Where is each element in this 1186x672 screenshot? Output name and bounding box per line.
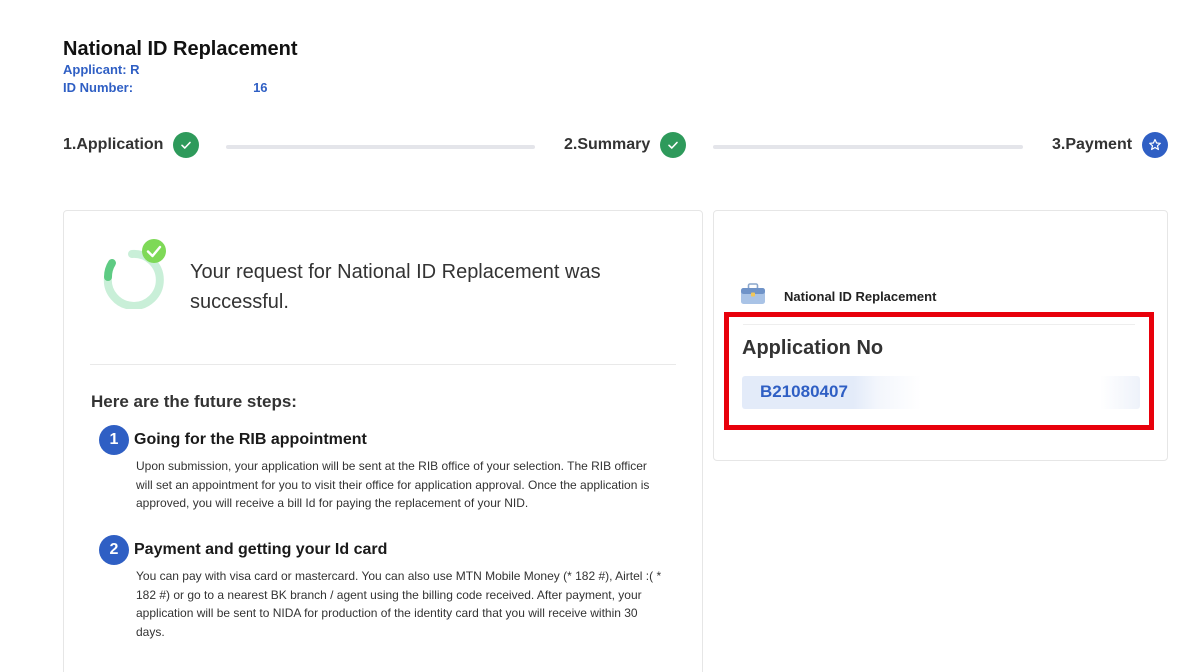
future-step-body: Upon submission, your application will b… — [136, 459, 650, 510]
step-application[interactable]: 1.Application — [63, 132, 200, 158]
check-icon — [173, 132, 200, 158]
applicant-label: Applicant: R — [63, 62, 140, 77]
divider — [743, 324, 1135, 325]
page: National ID Replacement Applicant: R ID … — [0, 0, 1186, 672]
future-step-body: You can pay with visa card or mastercard… — [136, 569, 662, 639]
step-connector — [713, 145, 1023, 149]
success-message: Your request for National ID Replacement… — [190, 261, 601, 313]
step-payment[interactable]: 3.Payment — [1052, 132, 1169, 158]
applicant-row: Applicant: R — [63, 61, 298, 79]
page-header: National ID Replacement Applicant: R ID … — [63, 37, 298, 97]
application-card: National ID Replacement Application No B… — [713, 210, 1168, 461]
step-label: 3.Payment — [1052, 136, 1133, 153]
divider — [90, 364, 676, 365]
step-connector — [226, 145, 535, 149]
id-number-row: ID Number: 16 — [63, 79, 298, 97]
id-number-redacted — [133, 79, 253, 97]
service-name: National ID Replacement — [784, 289, 937, 304]
application-number-label: Application No — [742, 337, 884, 359]
future-step-title: Payment and getting your Id card — [134, 541, 388, 558]
success-icon — [100, 237, 170, 310]
progress-stepper: 1.Application 2.Summary 3.Payment — [63, 132, 1169, 162]
future-step: 1 Going for the RIB appointment Upon sub… — [99, 425, 669, 513]
step-summary[interactable]: 2.Summary — [564, 132, 687, 158]
step-number-badge: 2 — [99, 535, 129, 565]
future-steps-heading: Here are the future steps: — [91, 392, 297, 411]
step-label: 1.Application — [63, 136, 164, 153]
future-step-title: Going for the RIB appointment — [134, 431, 367, 448]
id-number-value: 16 — [253, 80, 268, 95]
future-step: 2 Payment and getting your Id card You c… — [99, 535, 669, 641]
highlight-frame: Application No B21080407 — [724, 312, 1154, 430]
briefcase-icon — [740, 283, 766, 310]
application-number-value: B21080407 — [760, 382, 848, 401]
service-row: National ID Replacement — [740, 283, 936, 310]
step-label: 2.Summary — [564, 136, 651, 153]
star-icon — [1142, 132, 1169, 158]
application-number-field: B21080407 — [742, 376, 1140, 409]
step-number-badge: 1 — [99, 425, 129, 455]
success-card: Your request for National ID Replacement… — [63, 210, 703, 672]
id-number-label: ID Number: — [63, 80, 134, 95]
check-icon — [660, 132, 687, 158]
page-title: National ID Replacement — [63, 38, 298, 60]
